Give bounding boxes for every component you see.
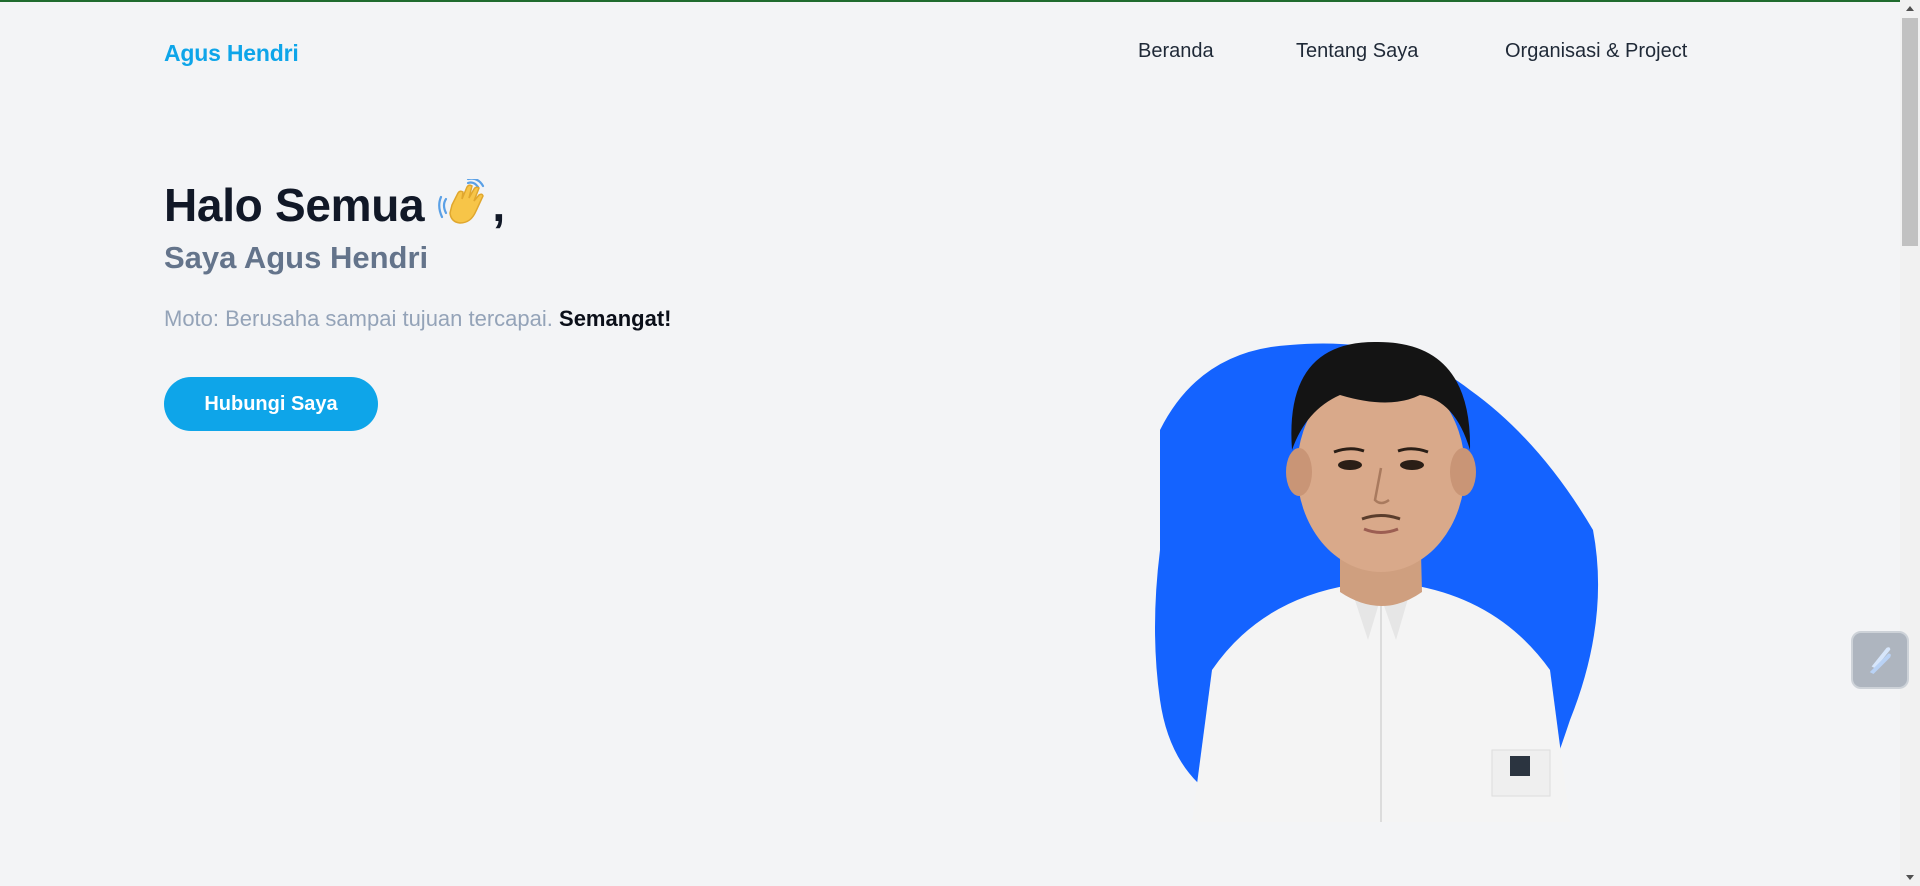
motto-label: Moto: Berusaha sampai tujuan tercapai. [164, 306, 553, 331]
brand-logo-link[interactable]: Agus Hendri [164, 40, 299, 67]
scroll-up-arrow-icon[interactable] [1900, 0, 1920, 17]
lightning-icon [1869, 647, 1891, 674]
nav-link-organisasi-project[interactable]: Organisasi & Project [1505, 40, 1687, 63]
motto-text: Moto: Berusaha sampai tujuan tercapai. S… [164, 306, 672, 332]
hero-subtitle: Saya Agus Hendri [164, 240, 429, 275]
profile-portrait [1155, 341, 1599, 822]
motto-highlight: Semangat! [559, 306, 672, 331]
scroll-down-arrow-icon[interactable] [1900, 869, 1920, 886]
greeting-text: Halo Semua [164, 179, 425, 231]
scrollbar-thumb[interactable] [1902, 18, 1918, 246]
page: Agus Hendri Beranda Tentang Saya Organis… [0, 0, 1900, 886]
scrollbar[interactable] [1900, 0, 1920, 886]
greeting-comma: , [492, 179, 505, 231]
nav-link-tentang-saya[interactable]: Tentang Saya [1296, 40, 1418, 63]
nav-link-beranda[interactable]: Beranda [1138, 40, 1214, 63]
waving-hand-icon [438, 179, 485, 224]
hero-title: Halo Semua , [164, 178, 505, 232]
contact-me-button[interactable]: Hubungi Saya [164, 377, 378, 431]
navbar: Agus Hendri Beranda Tentang Saya Organis… [0, 0, 1900, 105]
floating-widget-button[interactable] [1851, 631, 1909, 689]
